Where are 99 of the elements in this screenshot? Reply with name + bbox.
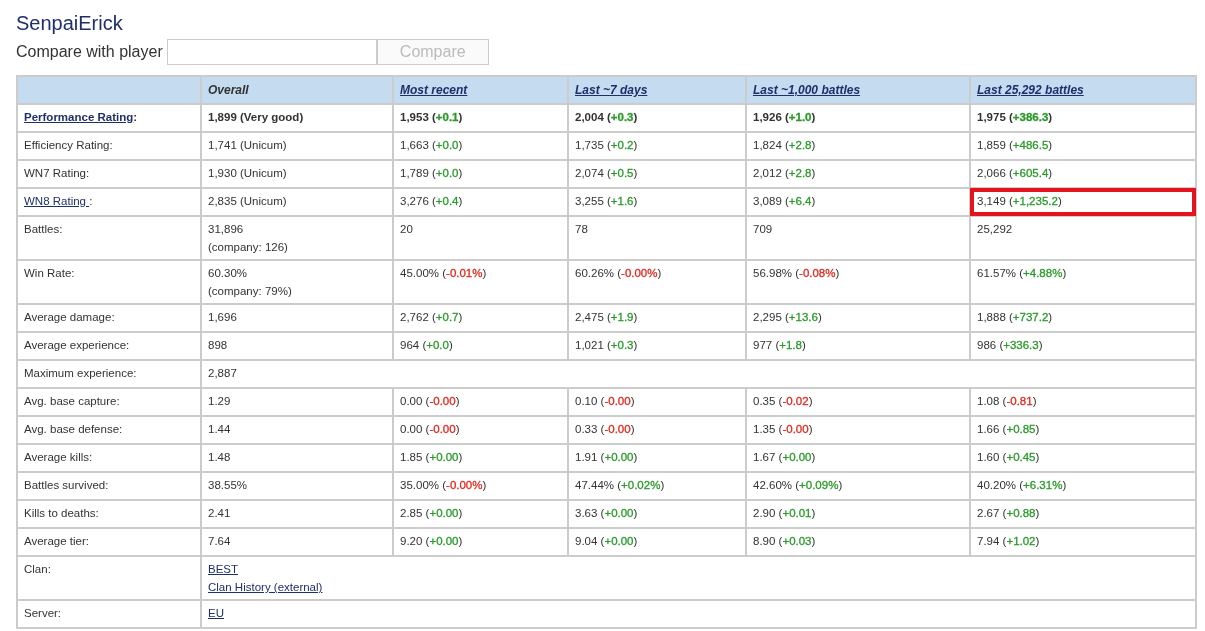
stat-value: 9.04 (+0.00) [575, 535, 638, 547]
stat-label: Battles survived: [24, 479, 109, 491]
stat-value: 45.00% (-0.01%) [400, 267, 487, 279]
stat-value: 3,089 (+6.4) [753, 195, 816, 207]
player-input[interactable] [166, 39, 377, 65]
stat-label: Win Rate: [24, 267, 75, 279]
column-title: Overall [208, 83, 249, 97]
stat-value: 42.60% (+0.09%) [753, 479, 843, 491]
stat-value: 2.85 (+0.00) [400, 507, 463, 519]
stat-value: 2,012 (+2.8) [753, 167, 816, 179]
stat-value: 7.94 (+1.02) [977, 535, 1040, 547]
stat-value: 0.10 (-0.00) [575, 395, 635, 407]
stat-value: 1,789 (+0.0) [400, 167, 463, 179]
stat-value: 9.20 (+0.00) [400, 535, 463, 547]
stat-value: 1,888 (+737.2) [977, 311, 1053, 323]
stat-value: 1,953 (+0.1) [400, 111, 463, 123]
stat-label: Maximum experience: [24, 367, 137, 379]
compare-label: Compare with player [16, 42, 163, 62]
stat-value: 1,696 [208, 310, 238, 324]
stat-value: 0.33 (-0.00) [575, 423, 635, 435]
stat-value: 2,295 (+13.6) [753, 311, 822, 323]
stat-label: Avg. base defense: [24, 423, 123, 435]
stat-value: 2,074 (+0.5) [575, 167, 638, 179]
stat-value: 986 (+336.3) [977, 339, 1043, 351]
stat-value: 7.64 [208, 534, 232, 548]
stat-value: 2.90 (+0.01) [753, 507, 816, 519]
stat-label: Clan: [24, 563, 51, 575]
stat-value: 1.66 (+0.85) [977, 423, 1040, 435]
stat-value: 56.98% (-0.08%) [753, 267, 840, 279]
stat-value: 1,824 (+2.8) [753, 139, 816, 151]
player-name: SenpaiErick [16, 11, 124, 35]
stat-value: 2,475 (+1.9) [575, 311, 638, 323]
stat-value: 2,762 (+0.7) [400, 311, 463, 323]
stat-label: Average experience: [24, 339, 130, 351]
stat-link[interactable]: EU [208, 607, 224, 619]
stat-value: 8.90 (+0.03) [753, 535, 816, 547]
stat-label: WN7 Rating: [24, 167, 90, 179]
stat-value: 2,066 (+605.4) [977, 167, 1053, 179]
stat-value: 2.41 [208, 506, 232, 520]
stat-value: 1,975 (+386.3) [977, 111, 1053, 123]
stat-value: 1.60 (+0.45) [977, 451, 1040, 463]
stat-value: 60.30% [208, 266, 248, 280]
stat-value: 47.44% (+0.02%) [575, 479, 665, 491]
column-link[interactable]: Most recent [400, 83, 468, 97]
stat-value: 2,004 (+0.3) [575, 111, 638, 123]
stat-label: Kills to deaths: [24, 507, 99, 519]
stat-note: (company: 79%) [208, 284, 293, 298]
stat-label: Average tier: [24, 535, 89, 547]
stat-value: 1.29 [208, 394, 232, 408]
stat-value: 3,255 (+1.6) [575, 195, 638, 207]
stat-value: 3,149 (+1,235.2) [977, 195, 1062, 207]
stat-value: 1,663 (+0.0) [400, 139, 463, 151]
stat-value: 1.35 (-0.00) [753, 423, 813, 435]
stat-value: 2,835 (Unicum) [208, 194, 288, 208]
stat-value: 35.00% (-0.00%) [400, 479, 487, 491]
stat-link[interactable]: Clan History (external) [208, 581, 323, 593]
stat-value: 1,735 (+0.2) [575, 139, 638, 151]
stat-value: 898 [208, 338, 229, 352]
stat-label: Server: [24, 607, 62, 619]
stat-value: 20 [400, 223, 413, 235]
stat-link[interactable]: BEST [208, 563, 239, 575]
stat-value: 1,021 (+0.3) [575, 339, 638, 351]
stat-value: 977 (+1.8) [753, 339, 806, 351]
stat-value: 0.35 (-0.02) [753, 395, 813, 407]
stat-value: 2,887 [208, 367, 237, 379]
stat-value: 1.85 (+0.00) [400, 451, 463, 463]
stat-label: Average kills: [24, 451, 93, 463]
stat-value: 1.48 [208, 450, 232, 464]
stat-value: 3,276 (+0.4) [400, 195, 463, 207]
stat-value: 40.20% (+6.31%) [977, 479, 1067, 491]
stat-value: 1.44 [208, 422, 232, 436]
stat-value: 1.91 (+0.00) [575, 451, 638, 463]
stat-value: 25,292 [977, 223, 1013, 235]
stat-value: 964 (+0.0) [400, 339, 453, 351]
label-colon: : [133, 111, 138, 123]
stat-value: 61.57% (+4.88%) [977, 267, 1067, 279]
stat-value: 3.63 (+0.00) [575, 507, 638, 519]
stat-note: (company: 126) [208, 240, 289, 254]
stat-value: 1.08 (-0.81) [977, 395, 1037, 407]
stat-label: Efficiency Rating: [24, 139, 113, 151]
stat-value: 38.55% [208, 478, 248, 492]
stat-value: 1,926 (+1.0) [753, 111, 816, 123]
stat-value: 78 [575, 223, 588, 235]
stat-value: 0.00 (-0.00) [400, 395, 460, 407]
stat-value: 1,930 (Unicum) [208, 166, 288, 180]
stat-value: 1,741 (Unicum) [208, 138, 288, 152]
stat-value: 60.26% (-0.00%) [575, 267, 662, 279]
label-colon: : [89, 195, 93, 207]
stat-label: Avg. base capture: [24, 395, 120, 407]
stat-label-link[interactable]: WN8 Rating [24, 195, 90, 207]
stat-value: 709 [753, 223, 773, 235]
stat-value: 1,859 (+486.5) [977, 139, 1053, 151]
stat-value: 1.67 (+0.00) [753, 451, 816, 463]
stat-label: Average damage: [24, 311, 115, 323]
stat-value: 1,899 (Very good) [208, 110, 305, 124]
stat-value: 2.67 (+0.88) [977, 507, 1040, 519]
stat-value: 0.00 (-0.00) [400, 423, 460, 435]
stat-label: Battles: [24, 223, 63, 235]
stat-value: 31,896 [208, 222, 245, 236]
